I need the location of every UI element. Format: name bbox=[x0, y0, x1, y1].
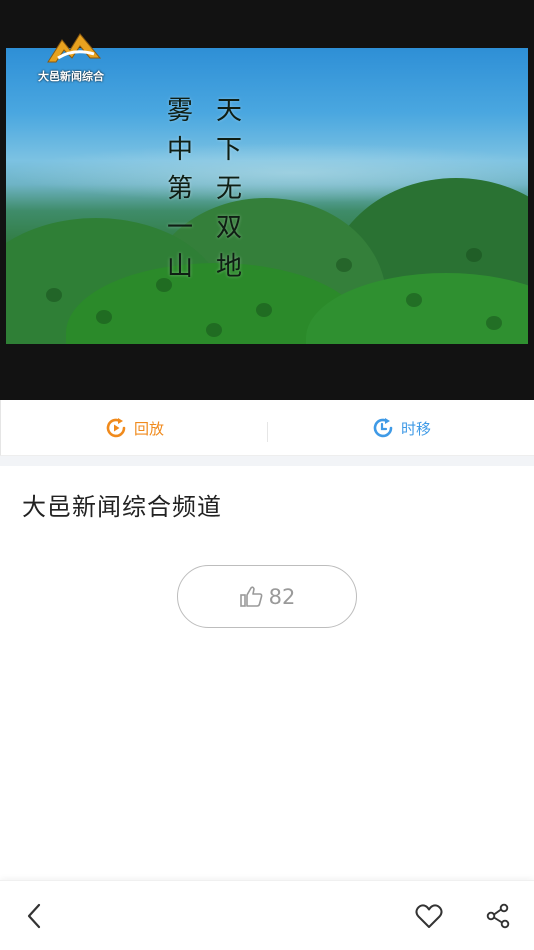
timeshift-button[interactable]: 时移 bbox=[268, 400, 534, 456]
page: 大邑新闻综合 天 下 无 双 地 雾 中 第 一 山 回放 时移 大邑新闻综合频… bbox=[0, 0, 534, 950]
poem-char: 中 bbox=[166, 135, 193, 165]
tree-texture bbox=[336, 258, 352, 272]
replay-button[interactable]: 回放 bbox=[1, 400, 267, 456]
section-separator bbox=[0, 456, 534, 466]
tree-texture bbox=[466, 248, 482, 262]
tree-texture bbox=[206, 323, 222, 337]
channel-logo: 大邑新闻综合 bbox=[38, 28, 118, 84]
tree-texture bbox=[46, 288, 62, 302]
overlay-poem-right: 天 下 无 双 地 bbox=[212, 92, 246, 287]
share-icon bbox=[486, 903, 510, 929]
channel-title: 大邑新闻综合频道 bbox=[22, 493, 222, 521]
poem-char: 地 bbox=[215, 252, 242, 282]
back-button[interactable] bbox=[18, 899, 52, 933]
poem-char: 天 bbox=[215, 96, 242, 126]
poem-char: 第 bbox=[166, 174, 193, 204]
timeshift-label: 时移 bbox=[400, 419, 431, 438]
heart-icon bbox=[415, 904, 443, 928]
thumbs-up-icon bbox=[239, 585, 263, 607]
video-frame[interactable] bbox=[6, 48, 528, 344]
mountain-logo-icon bbox=[47, 33, 102, 63]
poem-char: 下 bbox=[215, 135, 242, 165]
like-count: 82 bbox=[268, 584, 296, 609]
tree-texture bbox=[256, 303, 272, 317]
poem-char: 双 bbox=[215, 213, 242, 243]
tree-texture bbox=[96, 310, 112, 324]
timeshift-icon bbox=[373, 418, 393, 438]
favorite-button[interactable] bbox=[412, 899, 446, 933]
poem-char: 山 bbox=[166, 252, 193, 282]
overlay-poem-left: 雾 中 第 一 山 bbox=[163, 92, 197, 287]
poem-char: 雾 bbox=[166, 96, 193, 126]
poem-char: 无 bbox=[215, 174, 242, 204]
tree-texture bbox=[486, 316, 502, 330]
channel-logo-text: 大邑新闻综合 bbox=[38, 70, 104, 83]
replay-icon bbox=[106, 418, 126, 438]
back-icon bbox=[27, 903, 41, 929]
like-button[interactable]: 82 bbox=[177, 565, 357, 628]
video-player[interactable]: 大邑新闻综合 天 下 无 双 地 雾 中 第 一 山 bbox=[0, 0, 534, 400]
replay-label: 回放 bbox=[133, 419, 164, 438]
share-button[interactable] bbox=[481, 899, 515, 933]
bottom-toolbar bbox=[0, 880, 534, 950]
tree-texture bbox=[406, 293, 422, 307]
play-mode-bar: 回放 时移 bbox=[0, 400, 534, 456]
poem-char: 一 bbox=[166, 213, 193, 243]
